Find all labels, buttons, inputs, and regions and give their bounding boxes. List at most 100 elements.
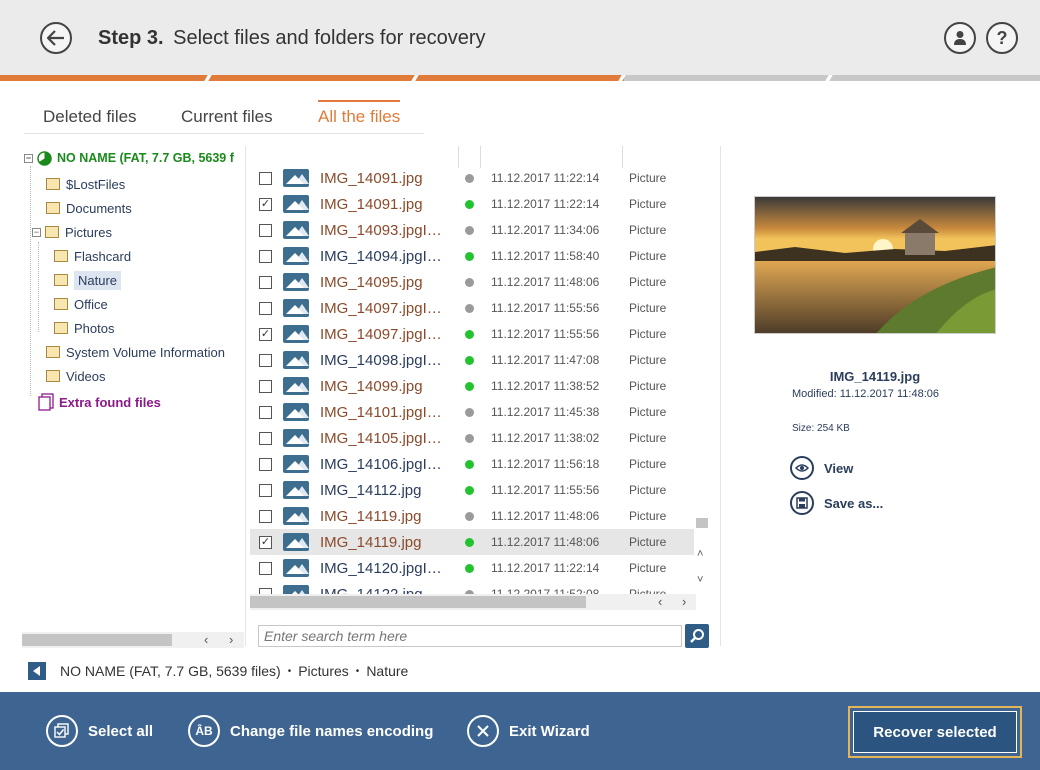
file-row[interactable]: IMG_14120.jpgI… 11.12.2017 11:22:14 Pictur…: [250, 555, 696, 581]
file-type: Picture: [629, 379, 667, 393]
file-checkbox[interactable]: [259, 353, 272, 367]
back-button[interactable]: [40, 22, 72, 54]
tree-item-system-volume-information[interactable]: System Volume Information: [46, 342, 225, 362]
breadcrumb-item[interactable]: Nature: [366, 663, 408, 679]
image-file-icon: [283, 533, 309, 551]
wizard-progress-bar: [0, 75, 1040, 81]
tree-item-documents[interactable]: Documents: [46, 198, 132, 218]
tree-root-label: NO NAME (FAT, 7.7 GB, 5639 f: [57, 151, 234, 165]
file-checkbox[interactable]: [259, 223, 272, 237]
recover-selected-button[interactable]: Recover selected: [848, 706, 1022, 758]
tree-item-nature[interactable]: Nature: [54, 270, 122, 290]
file-checkbox[interactable]: [259, 561, 272, 575]
file-row[interactable]: IMG_14119.jpg 11.12.2017 11:48:06 Picture: [250, 503, 696, 529]
tree-item-photos[interactable]: Photos: [54, 318, 114, 338]
file-name: IMG_14099.jpg: [320, 377, 423, 395]
breadcrumb-back-button[interactable]: [28, 662, 46, 680]
image-file-icon: [283, 221, 309, 239]
tree-item-extra-found-files[interactable]: Extra found files: [38, 392, 161, 412]
file-checkbox[interactable]: ✓: [259, 327, 272, 341]
file-checkbox[interactable]: [259, 379, 272, 393]
recovery-status-dot: [465, 381, 474, 391]
file-row[interactable]: IMG_14093.jpgI… 11.12.2017 11:34:06 Pictur…: [250, 217, 696, 243]
scrollbar-thumb[interactable]: [22, 634, 172, 646]
breadcrumb-item[interactable]: NO NAME (FAT, 7.7 GB, 5639 files): [60, 663, 281, 679]
file-checkbox[interactable]: [259, 483, 272, 497]
file-type: Picture: [629, 431, 667, 445]
account-button[interactable]: [944, 22, 976, 54]
help-button[interactable]: ?: [986, 22, 1018, 54]
file-checkbox[interactable]: [259, 171, 272, 185]
file-checkbox[interactable]: [259, 301, 272, 315]
save-as-button[interactable]: Save as...: [790, 491, 883, 515]
file-row[interactable]: ✓ IMG_14091.jpg 11.12.2017 11:22:14 Picture: [250, 191, 696, 217]
tree-horizontal-scrollbar[interactable]: ‹ ›: [22, 632, 244, 648]
file-row[interactable]: IMG_14098.jpgI… 11.12.2017 11:47:08 Pictur…: [250, 347, 696, 373]
file-checkbox[interactable]: [259, 405, 272, 419]
file-row[interactable]: IMG_14112.jpg 11.12.2017 11:55:56 Picture: [250, 477, 696, 503]
file-row[interactable]: ✓ IMG_14097.jpgI… 11.12.2017 11:55:56 Pictu…: [250, 321, 696, 347]
file-checkbox[interactable]: [259, 509, 272, 523]
file-list-vertical-scrollbar[interactable]: ˄ ˅: [694, 146, 710, 594]
file-row[interactable]: IMG_14095.jpg 11.12.2017 11:48:06 Picture: [250, 269, 696, 295]
pane-divider: [720, 146, 721, 646]
recovery-status-dot: [465, 329, 474, 339]
folder-icon: [54, 274, 68, 286]
image-file-icon: [283, 429, 309, 447]
tree-item-flashcard[interactable]: Flashcard: [54, 246, 131, 266]
tree-item-office[interactable]: Office: [54, 294, 108, 314]
tree-item-pictures[interactable]: − Pictures: [32, 222, 112, 242]
file-checkbox[interactable]: [259, 457, 272, 471]
tab-deleted-files[interactable]: Deleted files: [43, 100, 137, 134]
page-title: Step 3. Select files and folders for rec…: [98, 27, 486, 50]
file-row[interactable]: IMG_14097.jpgI… 11.12.2017 11:55:56 Pictur…: [250, 295, 696, 321]
scroll-right-icon[interactable]: ›: [229, 632, 233, 647]
tree-item-lostfiles[interactable]: $LostFiles: [46, 174, 125, 194]
tab-all-files[interactable]: All the files: [318, 100, 401, 134]
search-input[interactable]: [258, 625, 682, 647]
change-encoding-button[interactable]: ÂB Change file names encoding: [188, 714, 433, 748]
scroll-down-icon[interactable]: ˅: [697, 574, 703, 586]
tree-root-drive[interactable]: − NO NAME (FAT, 7.7 GB, 5639 f: [24, 148, 234, 168]
folder-icon: [45, 226, 59, 238]
scroll-left-icon[interactable]: ‹: [204, 632, 208, 647]
file-checkbox[interactable]: ✓: [259, 535, 272, 549]
scroll-right-icon[interactable]: ›: [682, 594, 686, 609]
file-list-horizontal-scrollbar[interactable]: ‹ ›: [250, 594, 696, 610]
select-all-button[interactable]: Select all: [46, 714, 153, 748]
change-encoding-label: Change file names encoding: [230, 722, 434, 740]
file-row[interactable]: IMG_14122.jpg 11.12.2017 11:52:08 Picture: [250, 581, 696, 594]
scroll-up-icon[interactable]: ˄: [697, 548, 703, 560]
collapse-icon[interactable]: −: [24, 153, 33, 163]
preview-file-name: IMG_14119.jpg: [829, 369, 921, 384]
scrollbar-thumb[interactable]: [696, 518, 708, 528]
file-checkbox[interactable]: [259, 275, 272, 289]
file-row[interactable]: IMG_14101.jpgI… 11.12.2017 11:45:38 Pictur…: [250, 399, 696, 425]
tab-current-files[interactable]: Current files: [181, 100, 273, 134]
file-checkbox[interactable]: ✓: [259, 197, 272, 211]
file-row[interactable]: IMG_14091.jpg 11.12.2017 11:22:14 Picture: [250, 165, 696, 191]
file-row[interactable]: IMG_14106.jpgI… 11.12.2017 11:56:18 Pictur…: [250, 451, 696, 477]
file-row[interactable]: ✓ IMG_14119.jpg 11.12.2017 11:48:06 Picture: [250, 529, 696, 555]
file-checkbox[interactable]: [259, 431, 272, 445]
exit-wizard-button[interactable]: Exit Wizard: [467, 714, 590, 748]
file-row[interactable]: IMG_14099.jpg 11.12.2017 11:38:52 Picture: [250, 373, 696, 399]
file-checkbox[interactable]: [259, 249, 272, 263]
file-row[interactable]: IMG_14105.jpgI… 11.12.2017 11:38:02 Pictur…: [250, 425, 696, 451]
recovery-status-dot: [465, 277, 474, 287]
save-as-label: Save as...: [824, 495, 884, 511]
file-name: IMG_14122.jpg: [320, 585, 423, 595]
arrow-left-icon: [47, 30, 64, 46]
scrollbar-thumb[interactable]: [250, 596, 586, 608]
file-row[interactable]: IMG_14094.jpgI… 11.12.2017 11:58:40 Pictur…: [250, 243, 696, 269]
file-date: 11.12.2017 11:22:14: [491, 197, 600, 211]
breadcrumb-item[interactable]: Pictures: [298, 663, 349, 679]
tree-item-label: $LostFiles: [66, 176, 126, 192]
breadcrumb-separator: •: [355, 665, 360, 677]
tree-item-videos[interactable]: Videos: [46, 366, 106, 386]
file-type: Picture: [629, 327, 667, 341]
collapse-icon[interactable]: −: [32, 227, 41, 237]
search-button[interactable]: [685, 624, 709, 648]
scroll-left-icon[interactable]: ‹: [658, 594, 662, 609]
view-button[interactable]: View: [790, 456, 853, 480]
